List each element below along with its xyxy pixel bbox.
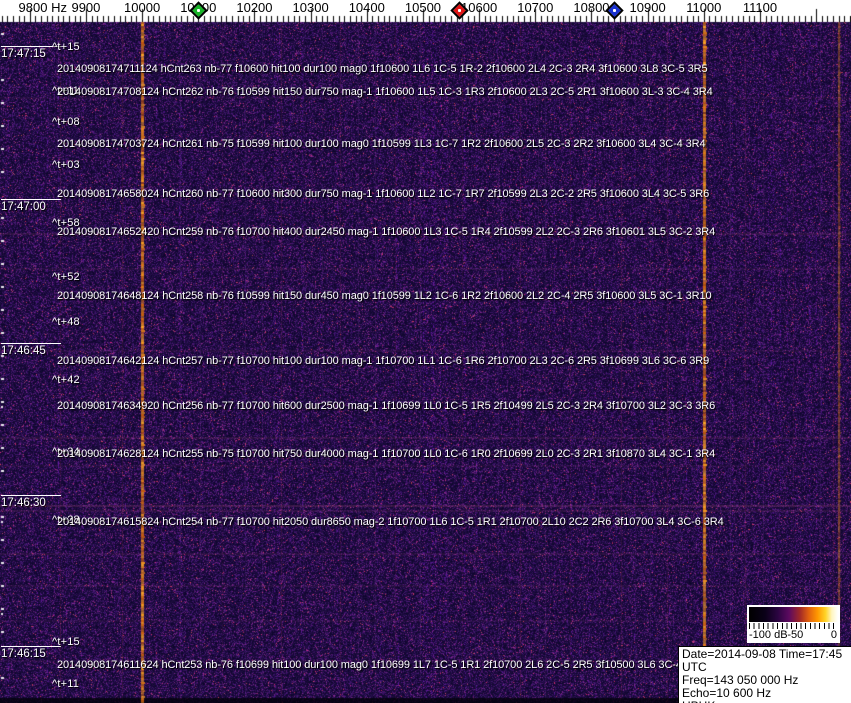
freq-tick-label: 11000 (686, 0, 722, 15)
db-label-mid: -50 (787, 629, 804, 641)
meteor-detection-log-line: 20140908174703724 hCnt261 nb-75 f10599 h… (57, 138, 706, 150)
event-time-offset-label: ^t+11 (52, 678, 80, 690)
freq-tick-label: 9900 (71, 0, 101, 15)
status-info-box: Date=2014-09-08 Time=17:45 UTC Freq=143 … (678, 646, 851, 703)
freq-tick-label: 11100 (742, 0, 778, 15)
meteor-detection-log-line: 20140908174711124 hCnt263 nb-77 f10600 h… (57, 63, 708, 75)
info-date-time: Date=2014-09-08 Time=17:45 UTC (682, 647, 843, 674)
meteor-detection-log-line: 20140908174611624 hCnt253 nb-76 f10699 h… (57, 659, 682, 671)
event-time-offset-label: ^t+08 (52, 116, 80, 128)
event-time-offset-label: ^t+15 (52, 41, 80, 53)
meteor-detection-log-line: 20140908174708124 hCnt262 nb-76 f10599 h… (57, 86, 713, 98)
time-axis-label: 17:47:00 (1, 199, 61, 214)
db-scale-labels: -100 dB -50 0 (749, 630, 838, 642)
meteor-detection-log-line: 20140908174634920 hCnt256 nb-77 f10700 h… (57, 400, 716, 412)
spectrogram-waterfall-display[interactable] (0, 0, 851, 703)
meteor-detection-log-line: 20140908174652420 hCnt259 nb-76 f10700 h… (57, 226, 716, 238)
freq-tick-label: 10900 (629, 0, 666, 15)
meteor-detection-log-line: 20140908174615824 hCnt254 nb-77 f10700 h… (57, 516, 724, 528)
db-color-scale: -100 dB -50 0 (747, 605, 840, 643)
freq-tick-label: 10700 (517, 0, 554, 15)
time-axis-label: 17:46:30 (1, 495, 61, 510)
freq-tick-label: 10500 (404, 0, 442, 15)
time-axis-label: 17:46:15 (1, 646, 61, 661)
db-label-max: 0 (830, 629, 837, 641)
freq-tick-label: 10000 (124, 0, 161, 15)
meteor-detection-log-line: 20140908174658024 hCnt260 nb-77 f10600 h… (57, 188, 710, 200)
freq-tick-label: 10200 (236, 0, 273, 15)
db-gradient-bar (749, 607, 838, 622)
event-time-offset-label: ^t+48 (52, 316, 80, 328)
meteor-detection-log-line: 20140908174642124 hCnt257 nb-77 f10700 h… (57, 355, 710, 367)
spectrogram-app-window: -100 dB -50 0 Date=2014-09-08 Time=17:45… (0, 0, 851, 703)
event-time-offset-label: ^t+03 (52, 159, 80, 171)
meteor-detection-log-line: 20140908174648124 hCnt258 nb-76 f10599 h… (57, 290, 712, 302)
freq-tick-label: 9800 Hz (18, 0, 67, 15)
freq-tick-label: 10300 (292, 0, 329, 15)
time-axis-label: 17:46:45 (1, 343, 61, 358)
event-time-offset-label: ^t+15 (52, 636, 80, 648)
db-label-min: -100 dB (749, 629, 788, 641)
meteor-detection-log-line: 20140908174628124 hCnt255 nb-75 f10700 h… (57, 448, 716, 460)
freq-tick-label: 10800 (573, 0, 610, 15)
event-time-offset-label: ^t+42 (52, 374, 80, 386)
freq-tick-label: 10400 (348, 0, 385, 15)
event-time-offset-label: ^t+52 (52, 271, 80, 283)
